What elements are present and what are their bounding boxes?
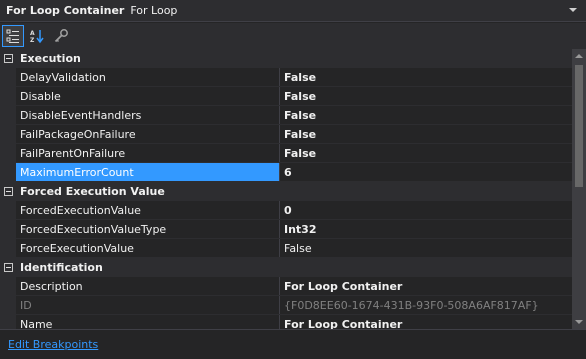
property-row[interactable]: FailPackageOnFailure False <box>0 125 572 144</box>
category-forced-execution-value[interactable]: Forced Execution Value <box>0 182 572 201</box>
property-value[interactable]: For Loop Container <box>280 315 572 330</box>
categorized-icon <box>6 29 19 43</box>
property-value[interactable]: For Loop Container <box>280 277 572 295</box>
property-name: DisableEventHandlers <box>16 106 280 124</box>
property-row[interactable]: DelayValidation False <box>0 68 572 87</box>
edit-breakpoints-link[interactable]: Edit Breakpoints <box>8 338 98 351</box>
chevron-down-icon[interactable] <box>566 3 580 17</box>
property-value[interactable]: Int32 <box>280 220 572 238</box>
category-label: Forced Execution Value <box>20 184 165 198</box>
property-value[interactable]: False <box>280 68 572 86</box>
vertical-scrollbar[interactable] <box>572 49 586 329</box>
property-name: ID <box>16 296 280 314</box>
object-type: For Loop <box>130 4 178 17</box>
property-name: ForcedExecutionValueType <box>16 220 280 238</box>
property-row[interactable]: ID {F0D8EE60-1674-431B-93F0-508A6AF817AF… <box>0 296 572 315</box>
category-identification[interactable]: Identification <box>0 258 572 277</box>
property-value[interactable]: 0 <box>280 201 572 219</box>
property-value[interactable]: 6 <box>280 163 572 181</box>
scrollbar-thumb[interactable] <box>575 65 583 187</box>
property-row[interactable]: Description For Loop Container <box>0 277 572 296</box>
object-name: For Loop Container <box>6 4 125 17</box>
object-selector[interactable]: For Loop Container For Loop <box>0 0 586 22</box>
alphabetical-button[interactable]: A Z <box>26 25 48 47</box>
property-row[interactable]: ForcedExecutionValueType Int32 <box>0 220 572 239</box>
property-row[interactable]: ForceExecutionValue False <box>0 239 572 258</box>
property-name: Description <box>16 277 280 295</box>
property-row[interactable]: FailParentOnFailure False <box>0 144 572 163</box>
category-label: Execution <box>20 51 81 65</box>
property-pages-button[interactable] <box>50 25 72 47</box>
property-pages-icon <box>54 29 68 43</box>
scroll-down-icon[interactable] <box>572 315 586 329</box>
commands-pane: Edit Breakpoints <box>0 329 586 359</box>
category-execution[interactable]: Execution <box>0 49 572 68</box>
collapse-icon[interactable] <box>0 258 16 276</box>
property-value[interactable]: False <box>280 106 572 124</box>
property-value[interactable]: False <box>280 125 572 143</box>
property-row[interactable]: Name For Loop Container <box>0 315 572 329</box>
property-name: Disable <box>16 87 280 105</box>
collapse-icon[interactable] <box>0 182 16 200</box>
property-name: DelayValidation <box>16 68 280 86</box>
property-name: ForceExecutionValue <box>16 239 280 257</box>
scroll-up-icon[interactable] <box>572 49 586 63</box>
svg-text:A: A <box>30 30 35 37</box>
property-name: FailParentOnFailure <box>16 144 280 162</box>
svg-text:Z: Z <box>30 37 35 44</box>
property-name: MaximumErrorCount <box>16 163 280 181</box>
property-value[interactable]: False <box>280 87 572 105</box>
property-row-selected[interactable]: MaximumErrorCount 6 <box>0 163 572 182</box>
property-value: {F0D8EE60-1674-431B-93F0-508A6AF817AF} <box>284 298 539 312</box>
property-row[interactable]: DisableEventHandlers False <box>0 106 572 125</box>
alphabetical-sort-icon: A Z <box>30 30 44 44</box>
property-value[interactable]: False <box>280 239 572 257</box>
property-name: ForcedExecutionValue <box>16 201 280 219</box>
property-name: Name <box>16 315 280 329</box>
property-row[interactable]: ForcedExecutionValue 0 <box>0 201 572 220</box>
categorized-button[interactable] <box>2 25 24 47</box>
collapse-icon[interactable] <box>0 49 16 67</box>
property-value[interactable]: False <box>280 144 572 162</box>
property-name: FailPackageOnFailure <box>16 125 280 143</box>
property-grid: Execution DelayValidation False Disable … <box>0 49 572 329</box>
property-row[interactable]: Disable False <box>0 87 572 106</box>
toolbar: A Z <box>0 23 586 49</box>
category-label: Identification <box>20 260 103 274</box>
